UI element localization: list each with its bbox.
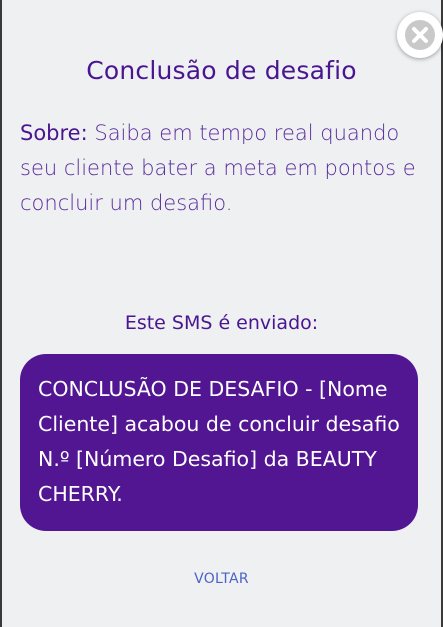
sms-caption: Este SMS é enviado: (124, 312, 319, 334)
modal-title: Conclusão de desafio (86, 56, 357, 85)
modal-dialog: Conclusão de desafio Sobre: Saiba em tem… (2, 0, 443, 627)
about-description: Sobre: Saiba em tempo real quando seu cl… (20, 116, 420, 221)
about-label: Sobre: (20, 121, 88, 145)
close-icon (405, 20, 435, 50)
close-button[interactable] (397, 12, 443, 58)
sms-message-bubble: CONCLUSÃO DE DESAFIO - [Nome Cliente] ac… (20, 354, 418, 531)
back-button[interactable]: VOLTAR (2, 571, 441, 587)
sms-message-text: CONCLUSÃO DE DESAFIO - [Nome Cliente] ac… (38, 377, 400, 506)
